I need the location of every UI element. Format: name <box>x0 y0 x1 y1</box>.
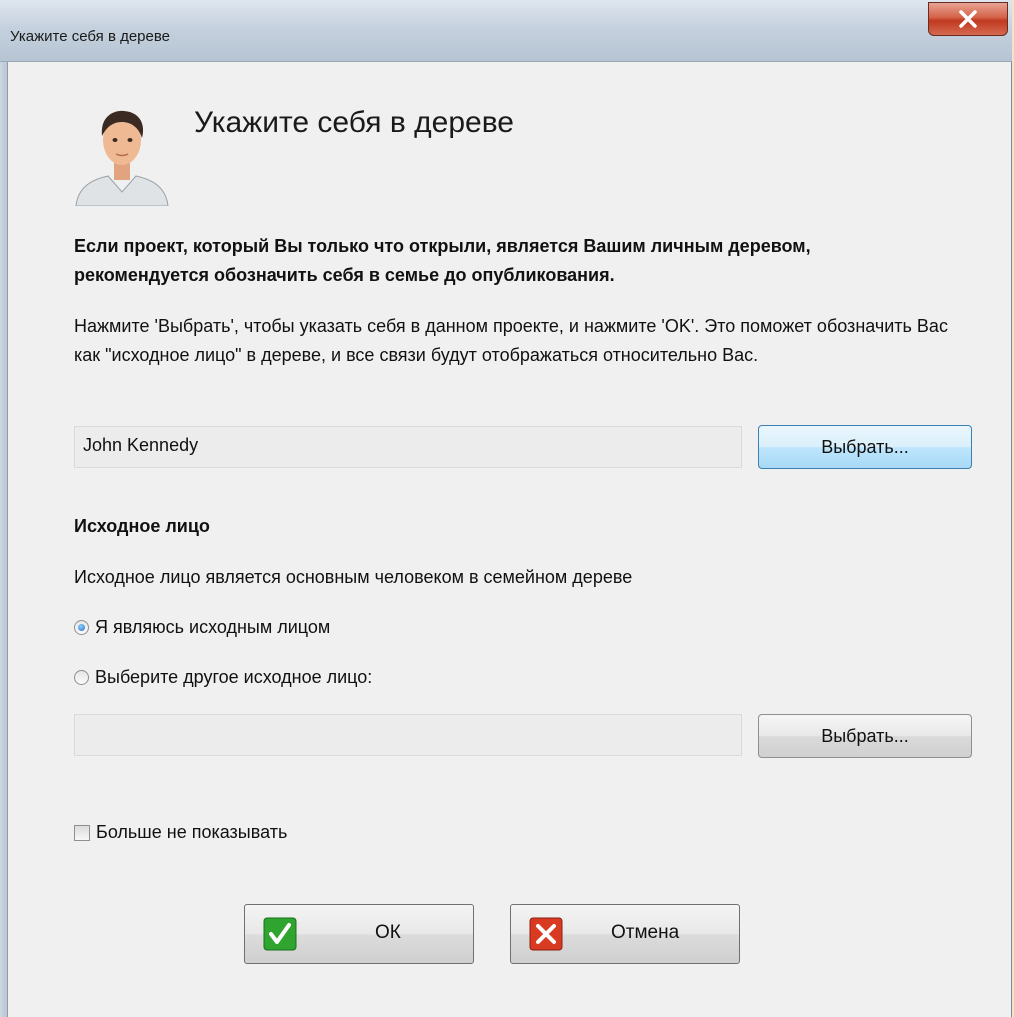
dont-show-checkbox[interactable] <box>74 824 90 841</box>
cross-icon <box>529 917 563 951</box>
dont-show-checkbox-row[interactable]: Больше не показывать <box>74 822 287 843</box>
radio-button-checked[interactable] <box>74 620 89 635</box>
close-icon <box>959 10 977 28</box>
title-bar[interactable]: Укажите себя в дереве <box>0 0 1012 62</box>
close-button[interactable] <box>928 2 1008 36</box>
cancel-button-label: Отмена <box>611 922 680 943</box>
checkmark-icon <box>263 917 297 951</box>
dialog-window: Укажите себя в дереве Укажите себя в дер… <box>0 0 1012 1017</box>
root-person-description: Исходное лицо является основным человеко… <box>74 567 633 587</box>
select-other-root-button[interactable]: Выбрать... <box>758 714 972 758</box>
radio-label-other-root: Выберите другое исходное лицо: <box>95 667 373 687</box>
radio-i-am-root[interactable]: Я являюсь исходным лицом <box>74 617 330 638</box>
select-self-button[interactable]: Выбрать... <box>758 425 972 469</box>
radio-other-root[interactable]: Выберите другое исходное лицо: <box>74 667 372 688</box>
dialog-content: Укажите себя в дереве Если проект, котор… <box>8 62 1012 1017</box>
root-person-section-title: Исходное лицо <box>74 516 210 536</box>
window-title: Укажите себя в дереве <box>10 28 170 45</box>
other-root-field[interactable] <box>74 714 742 756</box>
window-frame-left <box>0 62 8 1017</box>
radio-button-unchecked[interactable] <box>74 670 89 685</box>
person-avatar-icon <box>74 102 170 207</box>
dont-show-label: Больше не показывать <box>96 822 288 842</box>
radio-label-i-am-root: Я являюсь исходным лицом <box>95 617 331 637</box>
header-title: Укажите себя в дереве <box>194 106 514 139</box>
intro-instruction-text: Нажмите 'Выбрать', чтобы указать себя в … <box>74 316 948 365</box>
self-person-field[interactable]: John Kennedy <box>74 426 742 468</box>
cancel-button[interactable]: Отмена <box>510 904 740 964</box>
ok-button-label: ОК <box>375 922 401 943</box>
ok-button[interactable]: ОК <box>244 904 474 964</box>
intro-bold-text: Если проект, который Вы только что откры… <box>74 236 811 285</box>
